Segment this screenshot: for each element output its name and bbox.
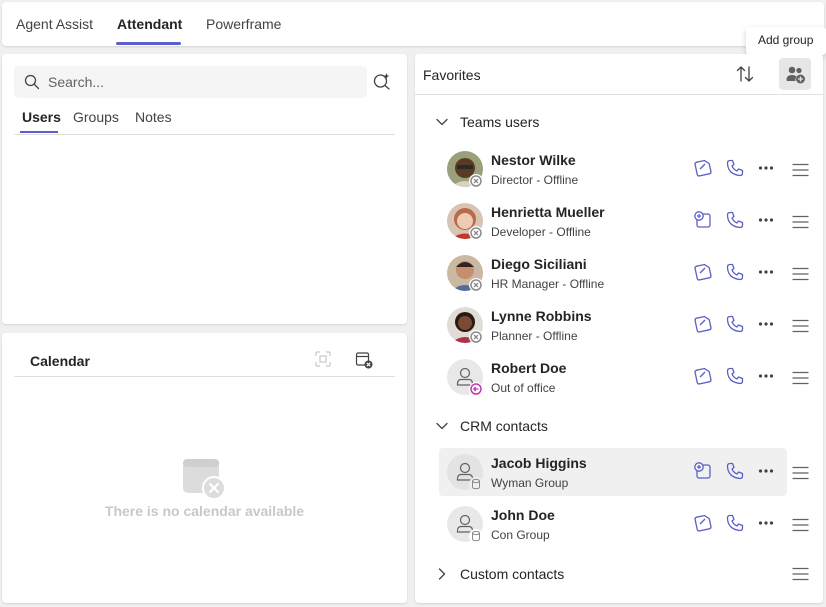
more-options-icon[interactable] <box>758 514 774 532</box>
calendar-title: Calendar <box>30 353 90 369</box>
drag-handle-icon[interactable] <box>792 466 809 480</box>
note-icon[interactable] <box>694 315 712 333</box>
search-input[interactable] <box>48 72 348 92</box>
drag-handle-icon[interactable] <box>792 267 809 281</box>
phone-icon[interactable] <box>726 263 744 281</box>
chevron-down-icon <box>436 422 448 430</box>
phone-icon[interactable] <box>726 315 744 333</box>
drag-handle-icon[interactable] <box>792 215 809 229</box>
contact-row-robert-doe[interactable]: Robert Doe Out of office <box>439 353 787 401</box>
subtab-groups[interactable]: Groups <box>73 109 119 125</box>
contact-row-jacob-higgins[interactable]: Jacob Higgins Wyman Group <box>439 448 787 496</box>
database-icon <box>469 529 483 543</box>
contact-row-henrietta-mueller[interactable]: Henrietta Mueller Developer - Offline <box>439 197 787 245</box>
search-icon <box>24 74 40 90</box>
calendar-divider <box>14 376 395 377</box>
offline-status-icon <box>469 278 483 292</box>
contact-name: Henrietta Mueller <box>491 204 605 220</box>
calendar-empty-message: There is no calendar available <box>104 503 305 519</box>
favorites-panel: Favorites Teams users Nestor Wilke Direc… <box>415 54 823 603</box>
contact-row-lynne-robbins[interactable]: Lynne Robbins Planner - Offline <box>439 301 787 349</box>
note-add-icon[interactable] <box>694 462 712 480</box>
contact-name: Jacob Higgins <box>491 455 587 471</box>
contact-name: Nestor Wilke <box>491 152 576 168</box>
contact-row-nestor-wilke[interactable]: Nestor Wilke Director - Offline <box>439 145 787 193</box>
phone-icon[interactable] <box>726 514 744 532</box>
more-options-icon[interactable] <box>758 159 774 177</box>
more-options-icon[interactable] <box>758 211 774 229</box>
drag-handle-icon[interactable] <box>792 163 809 177</box>
calendar-panel: Calendar There is no calendar available <box>2 333 407 603</box>
sort-icon[interactable] <box>735 64 755 84</box>
phone-icon[interactable] <box>726 367 744 385</box>
contact-name: Diego Siciliani <box>491 256 587 272</box>
active-subtab-indicator <box>20 131 58 133</box>
search-box <box>14 66 367 98</box>
offline-status-icon <box>469 226 483 240</box>
contact-name: Lynne Robbins <box>491 308 592 324</box>
offline-status-icon <box>469 174 483 188</box>
contact-name: Robert Doe <box>491 360 567 376</box>
contact-subtitle: Director - Offline <box>491 173 579 187</box>
add-group-button[interactable] <box>779 58 811 90</box>
calendar-unavailable-icon <box>183 459 226 500</box>
more-options-icon[interactable] <box>758 315 774 333</box>
contact-subtitle: Planner - Offline <box>491 329 578 343</box>
more-options-icon[interactable] <box>758 263 774 281</box>
ai-search-icon[interactable] <box>373 72 391 90</box>
contact-row-diego-siciliani[interactable]: Diego Siciliani HR Manager - Offline <box>439 249 787 297</box>
subtab-divider <box>14 134 395 135</box>
chevron-right-icon <box>438 568 446 580</box>
database-icon <box>469 477 483 491</box>
group-label: CRM contacts <box>460 418 548 434</box>
note-icon[interactable] <box>694 514 712 532</box>
contact-subtitle: Con Group <box>491 528 550 542</box>
group-label: Teams users <box>460 114 540 130</box>
out-of-office-status-icon <box>469 382 483 396</box>
tab-agent-assist[interactable]: Agent Assist <box>16 16 93 32</box>
group-label: Custom contacts <box>460 566 565 582</box>
calendar-dismiss-icon[interactable] <box>355 351 373 369</box>
favorites-title: Favorites <box>423 67 481 83</box>
top-tab-bar: Agent Assist Attendant Powerframe <box>2 2 824 46</box>
contact-name: John Doe <box>491 507 555 523</box>
phone-icon[interactable] <box>726 159 744 177</box>
contact-subtitle: Out of office <box>491 381 556 395</box>
note-icon[interactable] <box>694 263 712 281</box>
drag-handle-icon[interactable] <box>792 567 809 581</box>
contact-subtitle: Wyman Group <box>491 476 569 490</box>
search-panel: Users Groups Notes <box>2 54 407 324</box>
tab-powerframe[interactable]: Powerframe <box>206 16 281 32</box>
calendar-expand-icon[interactable] <box>315 351 331 367</box>
drag-handle-icon[interactable] <box>792 319 809 333</box>
active-tab-indicator <box>116 42 181 45</box>
contact-subtitle: Developer - Offline <box>491 225 591 239</box>
offline-status-icon <box>469 330 483 344</box>
subtab-notes[interactable]: Notes <box>135 109 172 125</box>
drag-handle-icon[interactable] <box>792 371 809 385</box>
chevron-down-icon <box>436 118 448 126</box>
note-icon[interactable] <box>694 367 712 385</box>
people-add-icon <box>786 66 805 84</box>
tab-attendant[interactable]: Attendant <box>117 16 182 32</box>
subtab-users[interactable]: Users <box>22 109 61 125</box>
phone-icon[interactable] <box>726 462 744 480</box>
more-options-icon[interactable] <box>758 462 774 480</box>
drag-handle-icon[interactable] <box>792 518 809 532</box>
more-options-icon[interactable] <box>758 367 774 385</box>
add-group-tooltip: Add group <box>746 27 826 55</box>
favorites-divider <box>415 94 823 95</box>
note-add-icon[interactable] <box>694 211 712 229</box>
note-icon[interactable] <box>694 159 712 177</box>
contact-subtitle: HR Manager - Offline <box>491 277 605 291</box>
phone-icon[interactable] <box>726 211 744 229</box>
contact-row-john-doe[interactable]: John Doe Con Group <box>439 500 787 548</box>
